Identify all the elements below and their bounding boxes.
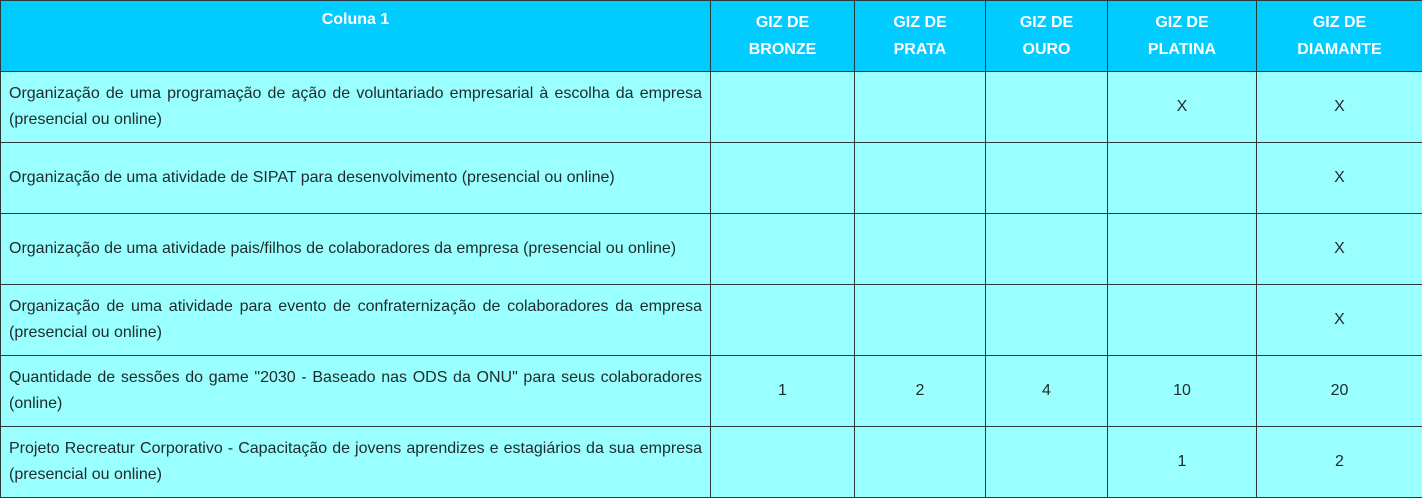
cell-bronze — [710, 71, 855, 143]
table-row: Organização de uma atividade pais/filhos… — [0, 213, 1422, 285]
cell-platina: 10 — [1107, 355, 1257, 427]
cell-platina — [1107, 213, 1257, 285]
cell-ouro — [985, 71, 1108, 143]
table-row: Projeto Recreatur Corporativo - Capacita… — [0, 426, 1422, 498]
cell-bronze — [710, 142, 855, 214]
table-row: Quantidade de sessões do game "2030 - Ba… — [0, 355, 1422, 427]
cell-prata: 2 — [854, 355, 986, 427]
row-description: Organização de uma atividade de SIPAT pa… — [0, 142, 711, 214]
table-row: Organização de uma atividade para evento… — [0, 284, 1422, 356]
cell-ouro — [985, 213, 1108, 285]
row-description: Organização de uma programação de ação d… — [0, 71, 711, 143]
column-header-ouro: GIZ DE OURO — [985, 0, 1108, 72]
cell-prata — [854, 426, 986, 498]
table-body: Organização de uma programação de ação d… — [0, 71, 1422, 498]
row-description: Quantidade de sessões do game "2030 - Ba… — [0, 355, 711, 427]
cell-ouro — [985, 426, 1108, 498]
column-header-label: Coluna 1 — [0, 0, 711, 72]
table-row: Organização de uma programação de ação d… — [0, 71, 1422, 143]
cell-bronze — [710, 426, 855, 498]
cell-platina: X — [1107, 71, 1257, 143]
header-row: Coluna 1 GIZ DE BRONZE GIZ DE PRATA GIZ … — [0, 0, 1422, 72]
cell-prata — [854, 213, 986, 285]
cell-diamante: 20 — [1256, 355, 1422, 427]
row-description: Organização de uma atividade para evento… — [0, 284, 711, 356]
cell-ouro — [985, 142, 1108, 214]
cell-platina: 1 — [1107, 426, 1257, 498]
row-description: Organização de uma atividade pais/filhos… — [0, 213, 711, 285]
table-row: Organização de uma atividade de SIPAT pa… — [0, 142, 1422, 214]
cell-prata — [854, 284, 986, 356]
cell-bronze: 1 — [710, 355, 855, 427]
cell-platina — [1107, 142, 1257, 214]
column-header-diamante: GIZ DE DIAMANTE — [1256, 0, 1422, 72]
column-header-platina: GIZ DE PLATINA — [1107, 0, 1257, 72]
cell-ouro: 4 — [985, 355, 1108, 427]
cell-prata — [854, 71, 986, 143]
cell-platina — [1107, 284, 1257, 356]
cell-diamante: X — [1256, 71, 1422, 143]
column-header-prata: GIZ DE PRATA — [854, 0, 986, 72]
cell-diamante: X — [1256, 142, 1422, 214]
column-header-bronze: GIZ DE BRONZE — [710, 0, 855, 72]
cell-bronze — [710, 213, 855, 285]
cell-bronze — [710, 284, 855, 356]
row-description: Projeto Recreatur Corporativo - Capacita… — [0, 426, 711, 498]
cell-diamante: X — [1256, 284, 1422, 356]
cell-ouro — [985, 284, 1108, 356]
table-header: Coluna 1 GIZ DE BRONZE GIZ DE PRATA GIZ … — [0, 0, 1422, 72]
comparison-table: Coluna 1 GIZ DE BRONZE GIZ DE PRATA GIZ … — [0, 0, 1422, 498]
cell-diamante: X — [1256, 213, 1422, 285]
cell-diamante: 2 — [1256, 426, 1422, 498]
cell-prata — [854, 142, 986, 214]
